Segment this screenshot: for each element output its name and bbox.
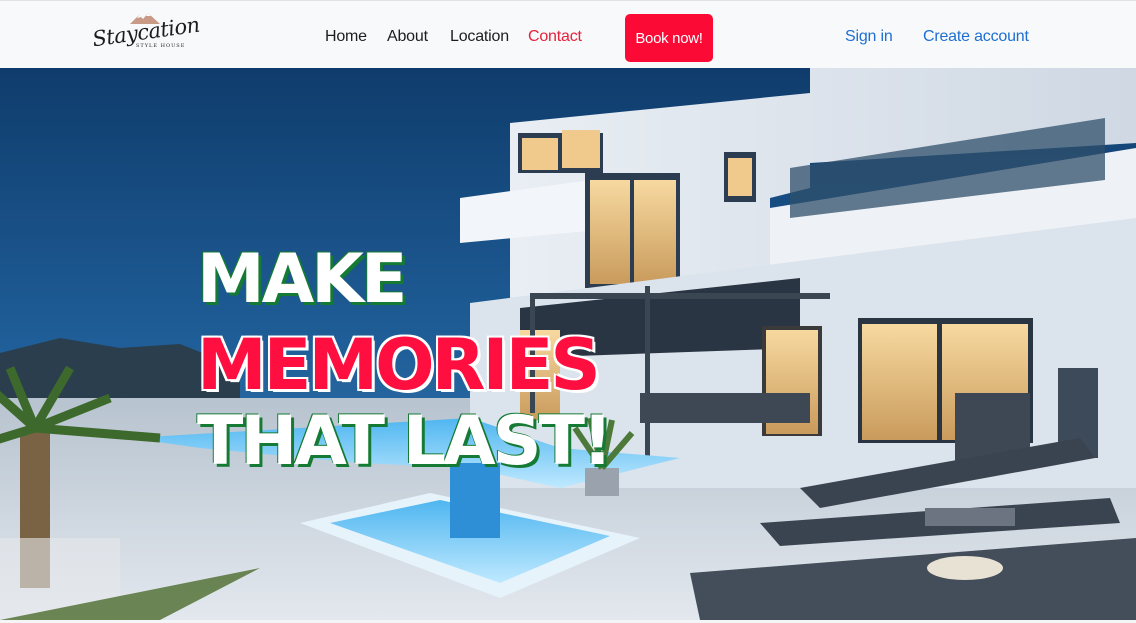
hero-headline-line-2: MEMORIES [197,324,601,406]
hero-headline-line-1: MAKE [197,240,407,319]
nav-link-contact[interactable]: Contact [528,28,582,46]
create-account-link[interactable]: Create account [923,28,1029,46]
book-now-button[interactable]: Book now! [625,14,713,62]
brand-logo[interactable]: Staycation STYLE HOUSE [91,10,201,60]
nav-link-home[interactable]: Home [325,28,367,46]
hero-banner: MAKE MEMORIES THAT LAST! [0,68,1136,620]
navbar: Staycation STYLE HOUSE Home About Locati… [0,0,1136,68]
nav-link-location[interactable]: Location [450,28,509,46]
logo-subtitle: STYLE HOUSE [136,43,186,49]
nav-link-about[interactable]: About [387,28,428,46]
hero-headline-line-3: THAT LAST! [197,402,613,481]
sign-in-link[interactable]: Sign in [845,28,893,46]
